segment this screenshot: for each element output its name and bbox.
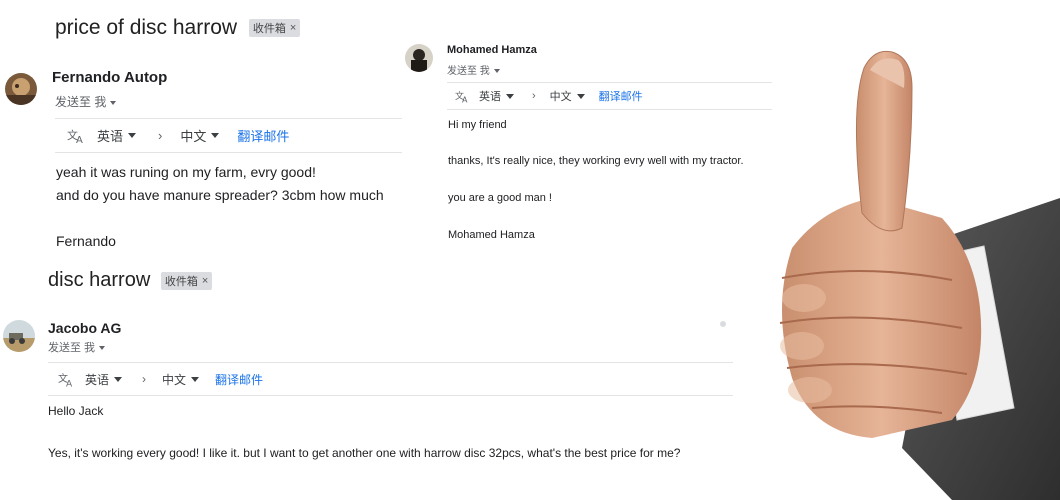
translate-bar: 文A 英语 › 中文 翻译邮件: [55, 118, 402, 153]
source-language-label: 英语: [97, 129, 124, 144]
caret-down-icon: [114, 376, 123, 382]
translate-email-link[interactable]: 翻译邮件: [237, 126, 289, 145]
subject-text: disc harrow: [48, 269, 151, 291]
sent-to-text: 发送至 我: [48, 342, 96, 354]
target-language-select[interactable]: 中文: [550, 88, 585, 104]
translate-icon: 文A: [455, 90, 470, 103]
email-body-line: Hello Jack: [48, 404, 104, 418]
translate-icon: 文A: [67, 128, 85, 144]
target-language-label: 中文: [180, 129, 207, 144]
close-icon[interactable]: ×: [290, 22, 296, 34]
inbox-label-chip[interactable]: 收件箱 ×: [160, 271, 213, 290]
translate-email-link[interactable]: 翻译邮件: [599, 88, 643, 104]
caret-down-icon: [191, 376, 200, 382]
sent-to-text: 发送至 我: [55, 95, 107, 109]
label-text: 收件箱: [252, 23, 286, 36]
avatar[interactable]: [405, 44, 433, 72]
source-language-select[interactable]: 英语: [479, 88, 514, 104]
caret-down-icon: [128, 133, 137, 138]
target-language-label: 中文: [549, 91, 572, 103]
source-language-label: 英语: [479, 91, 501, 103]
target-language-select[interactable]: 中文: [180, 126, 220, 145]
sent-to-dropdown[interactable]: 发送至 我: [447, 62, 500, 77]
close-icon[interactable]: ×: [202, 275, 208, 287]
avatar[interactable]: [5, 73, 37, 105]
thumbs-up-icon: [779, 50, 1060, 500]
email-body-line: you are a good man !: [448, 192, 552, 204]
source-language-select[interactable]: 英语: [85, 371, 123, 388]
svg-text:A: A: [76, 135, 83, 144]
sender-name[interactable]: Fernando Autop: [52, 69, 167, 86]
translate-icon: 文A: [58, 372, 75, 387]
email-subject-1: price of disc harrow 收件箱 ×: [55, 16, 301, 40]
caret-down-icon: [493, 69, 500, 74]
email-body-line: Hi my friend: [448, 119, 507, 131]
avatar[interactable]: [3, 320, 35, 352]
target-language-label: 中文: [162, 372, 187, 387]
target-language-select[interactable]: 中文: [162, 371, 200, 388]
caret-down-icon: [110, 100, 117, 105]
sender-name[interactable]: Jacobo AG: [48, 320, 121, 336]
sender-name[interactable]: Mohamed Hamza: [447, 44, 537, 56]
translate-email-link[interactable]: 翻译邮件: [215, 371, 263, 388]
email-signature: Mohamed Hamza: [448, 229, 535, 241]
sent-to-text: 发送至 我: [447, 66, 490, 77]
svg-text:A: A: [66, 379, 73, 387]
source-language-select[interactable]: 英语: [97, 126, 137, 145]
translate-bar: 文A 英语 › 中文 翻译邮件: [447, 82, 772, 110]
email-body-line: and do you have manure spreader? 3cbm ho…: [56, 187, 384, 203]
caret-down-icon: [211, 133, 220, 138]
sent-to-dropdown[interactable]: 发送至 我: [48, 339, 106, 355]
chevron-right-icon: ›: [158, 128, 163, 143]
caret-down-icon: [506, 93, 514, 99]
chevron-right-icon: ›: [532, 90, 536, 102]
subject-text: price of disc harrow: [55, 16, 238, 39]
translate-bar: 文A 英语 › 中文 翻译邮件: [48, 362, 733, 396]
email-body-line: Yes, it's working every good! I like it.…: [48, 446, 681, 460]
email-subject-2: disc harrow 收件箱 ×: [48, 269, 213, 292]
label-text: 收件箱: [164, 275, 198, 288]
inbox-label-chip[interactable]: 收件箱 ×: [248, 19, 301, 38]
caret-down-icon: [576, 93, 585, 99]
svg-text:A: A: [462, 95, 468, 103]
chevron-right-icon: ›: [142, 372, 147, 386]
sent-to-dropdown[interactable]: 发送至 我: [55, 93, 117, 110]
email-body-line: yeah it was runing on my farm, evry good…: [56, 164, 316, 180]
email-body-line: thanks, It's really nice, they working e…: [448, 155, 744, 167]
status-dot: [720, 321, 726, 327]
caret-down-icon: [99, 346, 106, 351]
source-language-label: 英语: [85, 372, 110, 387]
email-signature: Fernando: [56, 233, 116, 249]
